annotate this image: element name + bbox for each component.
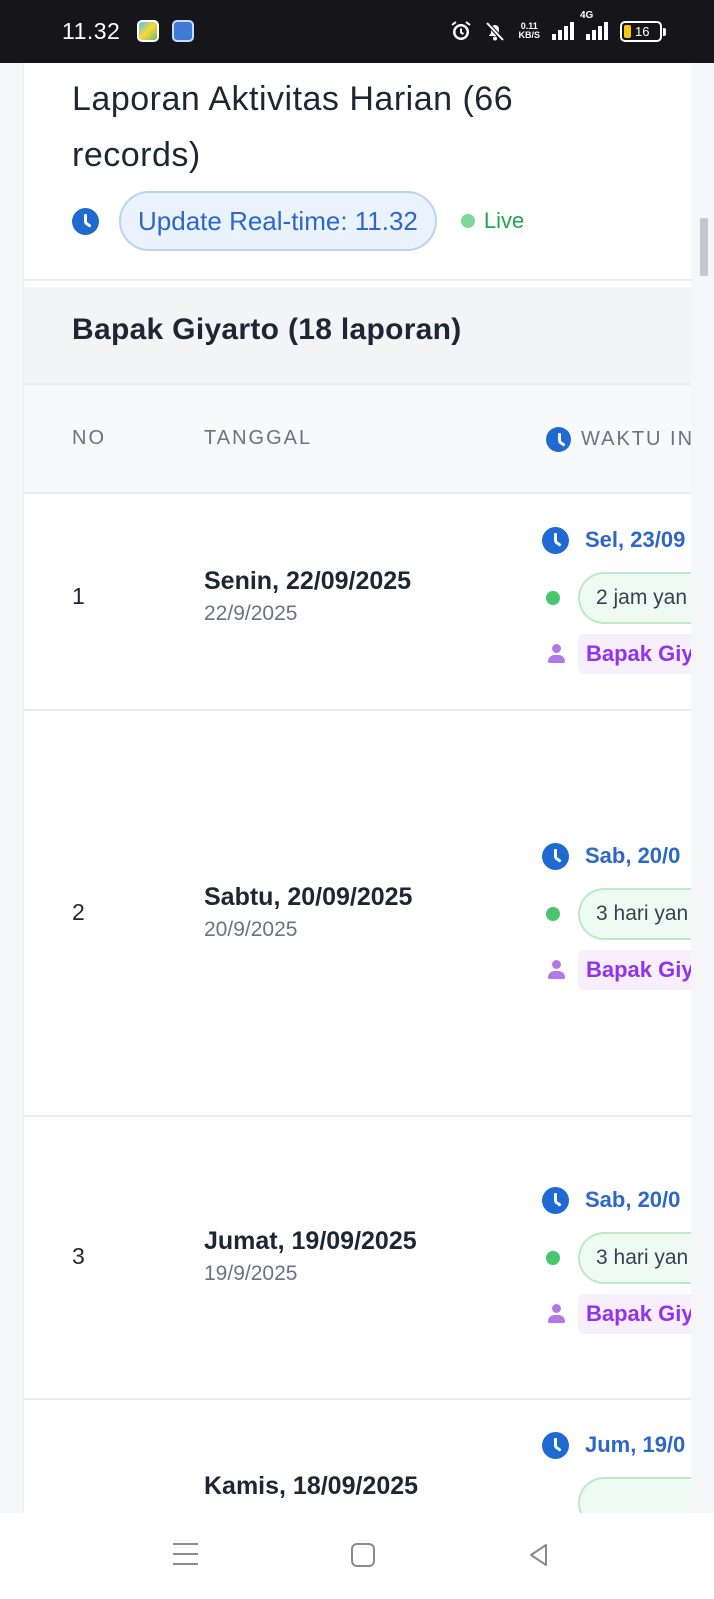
table-row[interactable]: Kamis, 18/09/2025 Jum, 19/0 bbox=[24, 1400, 691, 1513]
clock-icon bbox=[542, 1431, 569, 1459]
column-header-waktu: WAKTU IN bbox=[546, 427, 691, 452]
row-time: Sab, 20/0 3 hari yan Bapak Giya bbox=[542, 836, 691, 990]
date-main: Kamis, 18/09/2025 bbox=[204, 1472, 419, 1500]
clock-icon bbox=[542, 842, 569, 870]
relative-time-badge: 3 hari yan bbox=[578, 1232, 691, 1284]
report-panel: Laporan Aktivitas Harian (66 records) Up… bbox=[23, 63, 691, 1513]
user-icon bbox=[546, 959, 568, 981]
scrollbar[interactable] bbox=[691, 63, 714, 1513]
row-date: Senin, 22/09/2025 22/9/2025 bbox=[204, 567, 411, 626]
time-date: Sel, 23/09 bbox=[585, 527, 686, 552]
row-time: Sab, 20/0 3 hari yan Bapak Giya bbox=[542, 1180, 691, 1334]
back-icon[interactable] bbox=[526, 1542, 552, 1568]
system-nav-bar bbox=[0, 1513, 714, 1599]
group-header: Bapak Giyarto (18 laporan) bbox=[24, 287, 691, 383]
signal-4g-icon: 4G bbox=[580, 10, 608, 40]
menu-icon[interactable] bbox=[173, 1543, 198, 1567]
alarm-icon bbox=[451, 21, 472, 40]
live-label: Live bbox=[483, 208, 525, 233]
app-notification-icon bbox=[137, 20, 159, 42]
status-time: 11.32 bbox=[62, 18, 121, 44]
status-dot bbox=[546, 907, 560, 921]
clock-icon bbox=[72, 207, 99, 235]
app-notification-icon bbox=[172, 20, 194, 42]
clock-icon bbox=[542, 1186, 569, 1214]
table-row[interactable]: 1 Senin, 22/09/2025 22/9/2025 Sel, 23/09… bbox=[24, 494, 691, 711]
date-main: Sabtu, 20/09/2025 bbox=[204, 883, 413, 911]
user-badge: Bapak Giya bbox=[578, 950, 691, 990]
table-header: NO TANGGAL WAKTU IN bbox=[24, 383, 691, 494]
date-main: Senin, 22/09/2025 bbox=[204, 567, 412, 595]
network-speed: 0.11 KB/S bbox=[518, 21, 540, 40]
page-title: Laporan Aktivitas Harian (66 records) bbox=[72, 80, 514, 174]
row-number: 2 bbox=[72, 899, 85, 925]
mute-bell-icon bbox=[486, 21, 505, 42]
clock-icon bbox=[546, 427, 571, 452]
row-date: Jumat, 19/09/2025 19/9/2025 bbox=[204, 1227, 417, 1286]
row-number: 3 bbox=[72, 1243, 85, 1269]
status-dot bbox=[546, 1251, 560, 1265]
status-dot bbox=[546, 1496, 560, 1510]
user-icon bbox=[546, 1303, 568, 1325]
time-date: Sab, 20/0 bbox=[585, 1187, 681, 1212]
row-time: Sel, 23/09 2 jam yan Bapak Giya bbox=[542, 520, 691, 674]
date-main: Jumat, 19/09/2025 bbox=[204, 1227, 417, 1255]
update-status: Update Real-time: 11.32 Live bbox=[72, 191, 524, 251]
row-number: 1 bbox=[72, 583, 85, 609]
relative-time-badge: 3 hari yan bbox=[578, 888, 691, 940]
column-header-no: NO bbox=[72, 427, 106, 449]
row-date: Kamis, 18/09/2025 bbox=[204, 1472, 418, 1501]
date-sub: 19/9/2025 bbox=[204, 1262, 298, 1285]
time-date: Jum, 19/0 bbox=[585, 1432, 686, 1457]
row-date: Sabtu, 20/09/2025 20/9/2025 bbox=[204, 883, 412, 942]
time-date: Sab, 20/0 bbox=[585, 843, 681, 868]
user-badge: Bapak Giya bbox=[578, 634, 691, 674]
date-sub: 20/9/2025 bbox=[204, 918, 298, 941]
live-indicator-dot bbox=[460, 214, 475, 228]
battery-icon: 16 bbox=[620, 20, 666, 42]
scrollbar-thumb[interactable] bbox=[700, 218, 708, 276]
home-icon[interactable] bbox=[351, 1543, 375, 1567]
clock-icon bbox=[542, 526, 569, 554]
signal-icon bbox=[552, 22, 574, 40]
date-sub: 22/9/2025 bbox=[204, 602, 298, 625]
row-time: Jum, 19/0 bbox=[542, 1425, 691, 1513]
column-header-tanggal: TANGGAL bbox=[204, 427, 313, 449]
user-icon bbox=[546, 643, 568, 665]
status-dot bbox=[546, 591, 560, 605]
user-badge: Bapak Giya bbox=[578, 1294, 691, 1334]
relative-time-badge: 2 jam yan bbox=[578, 572, 691, 624]
update-badge: Update Real-time: 11.32 bbox=[119, 191, 437, 251]
table-row[interactable]: 3 Jumat, 19/09/2025 19/9/2025 Sab, 20/0 … bbox=[24, 1117, 691, 1400]
group-title: Bapak Giyarto (18 laporan) bbox=[72, 313, 462, 346]
relative-time-badge bbox=[578, 1477, 691, 1513]
table-row[interactable]: 2 Sabtu, 20/09/2025 20/9/2025 Sab, 20/0 … bbox=[24, 711, 691, 1117]
status-bar: 11.32 0.11 KB/S 4G 16 bbox=[0, 0, 714, 63]
